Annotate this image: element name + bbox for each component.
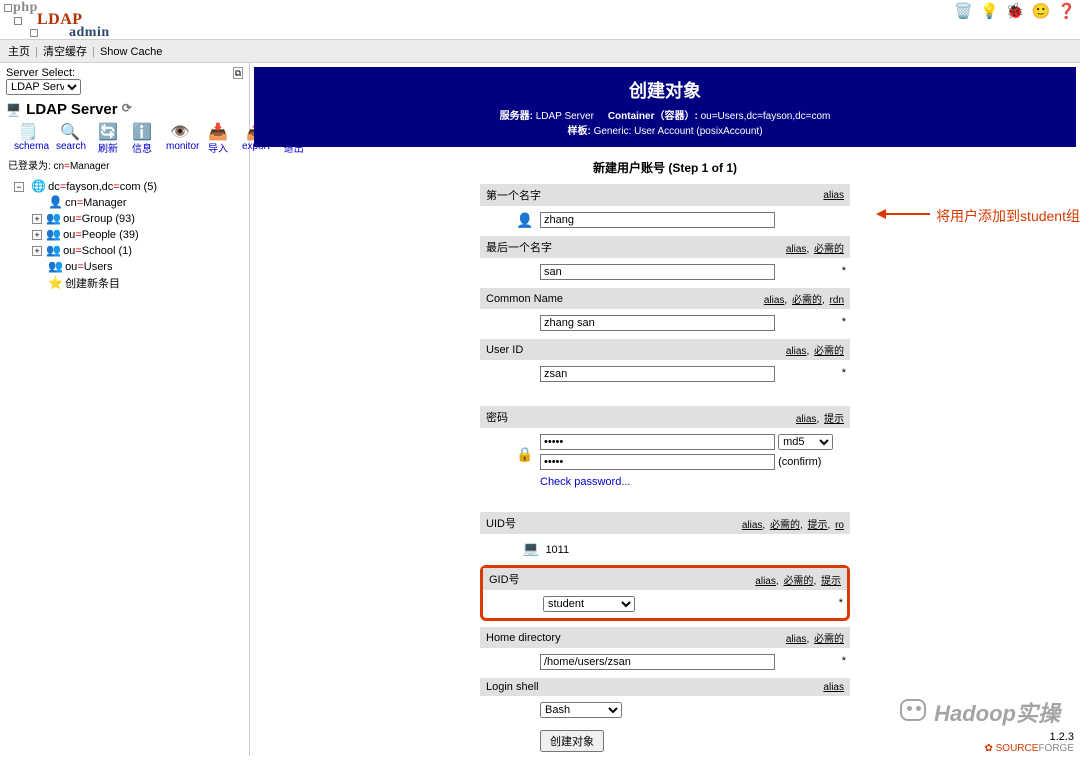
- server-heading: 🖥️ LDAP Server ⟳: [6, 101, 243, 118]
- watermark: Hadoop实操: [900, 696, 1060, 728]
- attr-first-name-label: 第一个名字: [486, 187, 541, 203]
- attr-cn-label: Common Name: [486, 293, 563, 305]
- shell-select[interactable]: Bash: [540, 702, 622, 718]
- tree-node[interactable]: +👥 ou=Group (93): [32, 210, 243, 226]
- top-icon-bar: 🗑️ 💡 🐞 🙂 ❓: [950, 2, 1076, 20]
- menu-clear[interactable]: 清空缓存: [43, 46, 87, 58]
- ldap-tree: − 🌐 dc=fayson,dc=com (5) 👤 cn=Manager + 👥 …: [14, 178, 243, 292]
- smile-icon[interactable]: 🙂: [1032, 3, 1051, 20]
- tool-search[interactable]: 🔍search: [56, 122, 84, 155]
- last-name-field[interactable]: [540, 264, 775, 280]
- tool-monitor[interactable]: 👁️monitor: [166, 122, 194, 155]
- menu-showcache[interactable]: Show Cache: [100, 46, 162, 58]
- refresh-server-icon[interactable]: ⟳: [122, 101, 132, 115]
- server-icon: 🖥️: [6, 103, 22, 117]
- help-icon[interactable]: ❓: [1057, 3, 1076, 20]
- uid-number-value: 1011: [545, 544, 569, 556]
- meta-alias[interactable]: alias: [823, 190, 844, 201]
- attr-uidnum-label: UID号: [486, 515, 516, 531]
- hint-icon[interactable]: 💡: [980, 3, 999, 20]
- password-encoding-select[interactable]: md5: [778, 434, 833, 450]
- bug-icon[interactable]: 🐞: [1006, 3, 1025, 20]
- attr-password-label: 密码: [486, 409, 508, 425]
- tree-icon: 👥: [46, 211, 60, 225]
- tree-icon: 👥: [46, 227, 60, 241]
- attr-home-label: Home directory: [486, 632, 561, 644]
- tree-node[interactable]: 👥 ou=Users: [32, 258, 243, 274]
- expander-icon[interactable]: +: [32, 246, 42, 256]
- attr-last-name-label: 最后一个名字: [486, 239, 552, 255]
- expander-icon[interactable]: +: [32, 230, 42, 240]
- tree-icon: 👥: [46, 243, 60, 257]
- expander-icon[interactable]: −: [14, 182, 24, 192]
- check-password-link[interactable]: Check password...: [540, 476, 630, 488]
- footer: 1.2.3 ✿ SOURCEFORGE: [984, 731, 1074, 754]
- menu-home[interactable]: 主页: [8, 46, 30, 58]
- tool-info[interactable]: ℹ️信息: [132, 122, 152, 155]
- lock-icon: 🔒: [516, 446, 533, 463]
- uid-field[interactable]: [540, 366, 775, 382]
- gid-select[interactable]: student: [543, 596, 635, 612]
- tree-icon: 👤: [48, 195, 62, 209]
- confirm-label: (confirm): [778, 456, 821, 468]
- attr-shell-label: Login shell: [486, 681, 539, 693]
- server-select[interactable]: LDAP Server: [6, 79, 81, 95]
- tree-node[interactable]: +👥 ou=School (1): [32, 242, 243, 258]
- collapse-panel-icon[interactable]: ⧉: [233, 67, 243, 79]
- password-confirm-field[interactable]: [540, 454, 775, 470]
- top-menubar: 主页 | 清空缓存 | Show Cache: [0, 39, 1080, 63]
- first-name-field[interactable]: [540, 212, 775, 228]
- tool-refresh[interactable]: 🔄刷新: [98, 122, 118, 155]
- tool-schema[interactable]: 🗒️schema: [14, 122, 42, 155]
- expander-icon[interactable]: +: [32, 214, 42, 224]
- step-indicator: 新建用户账号 (Step 1 of 1): [254, 159, 1076, 176]
- logged-in-as: 已登录为: cn=Manager: [8, 157, 243, 172]
- server-select-label: Server Select:: [6, 67, 243, 79]
- terminal-icon: 💻: [522, 540, 539, 556]
- page-title-bar: 创建对象 服务器: LDAP Server Container（容器）: ou=…: [254, 67, 1076, 147]
- tree-icon: 👥: [48, 259, 62, 273]
- tree-root[interactable]: − 🌐 dc=fayson,dc=com (5): [14, 178, 243, 194]
- attr-gidnum-label: GID号: [489, 571, 520, 587]
- password-field[interactable]: [540, 434, 775, 450]
- purge-icon[interactable]: 🗑️: [954, 3, 973, 20]
- tree-icon: ⭐: [48, 276, 62, 290]
- cn-field[interactable]: [540, 315, 775, 331]
- page-title: 创建对象: [254, 77, 1076, 103]
- user-icon: 👤: [516, 212, 533, 229]
- attr-uid-label: User ID: [486, 344, 523, 356]
- create-object-button[interactable]: 创建对象: [540, 730, 604, 752]
- annotation-text: 将用户添加到student组: [936, 206, 1080, 226]
- home-field[interactable]: [540, 654, 775, 670]
- tree-node[interactable]: 👤 cn=Manager: [32, 194, 243, 210]
- globe-icon: 🌐: [31, 179, 45, 193]
- tool-import[interactable]: 📥导入: [208, 122, 228, 155]
- app-logo: php LDAP admin: [4, 2, 110, 39]
- gid-highlight-box: GID号 alias, 必需的, 提示 * student 将用户添加到stud…: [480, 565, 850, 621]
- tree-node[interactable]: ⭐ 创建新条目: [32, 274, 243, 292]
- tree-node[interactable]: +👥 ou=People (39): [32, 226, 243, 242]
